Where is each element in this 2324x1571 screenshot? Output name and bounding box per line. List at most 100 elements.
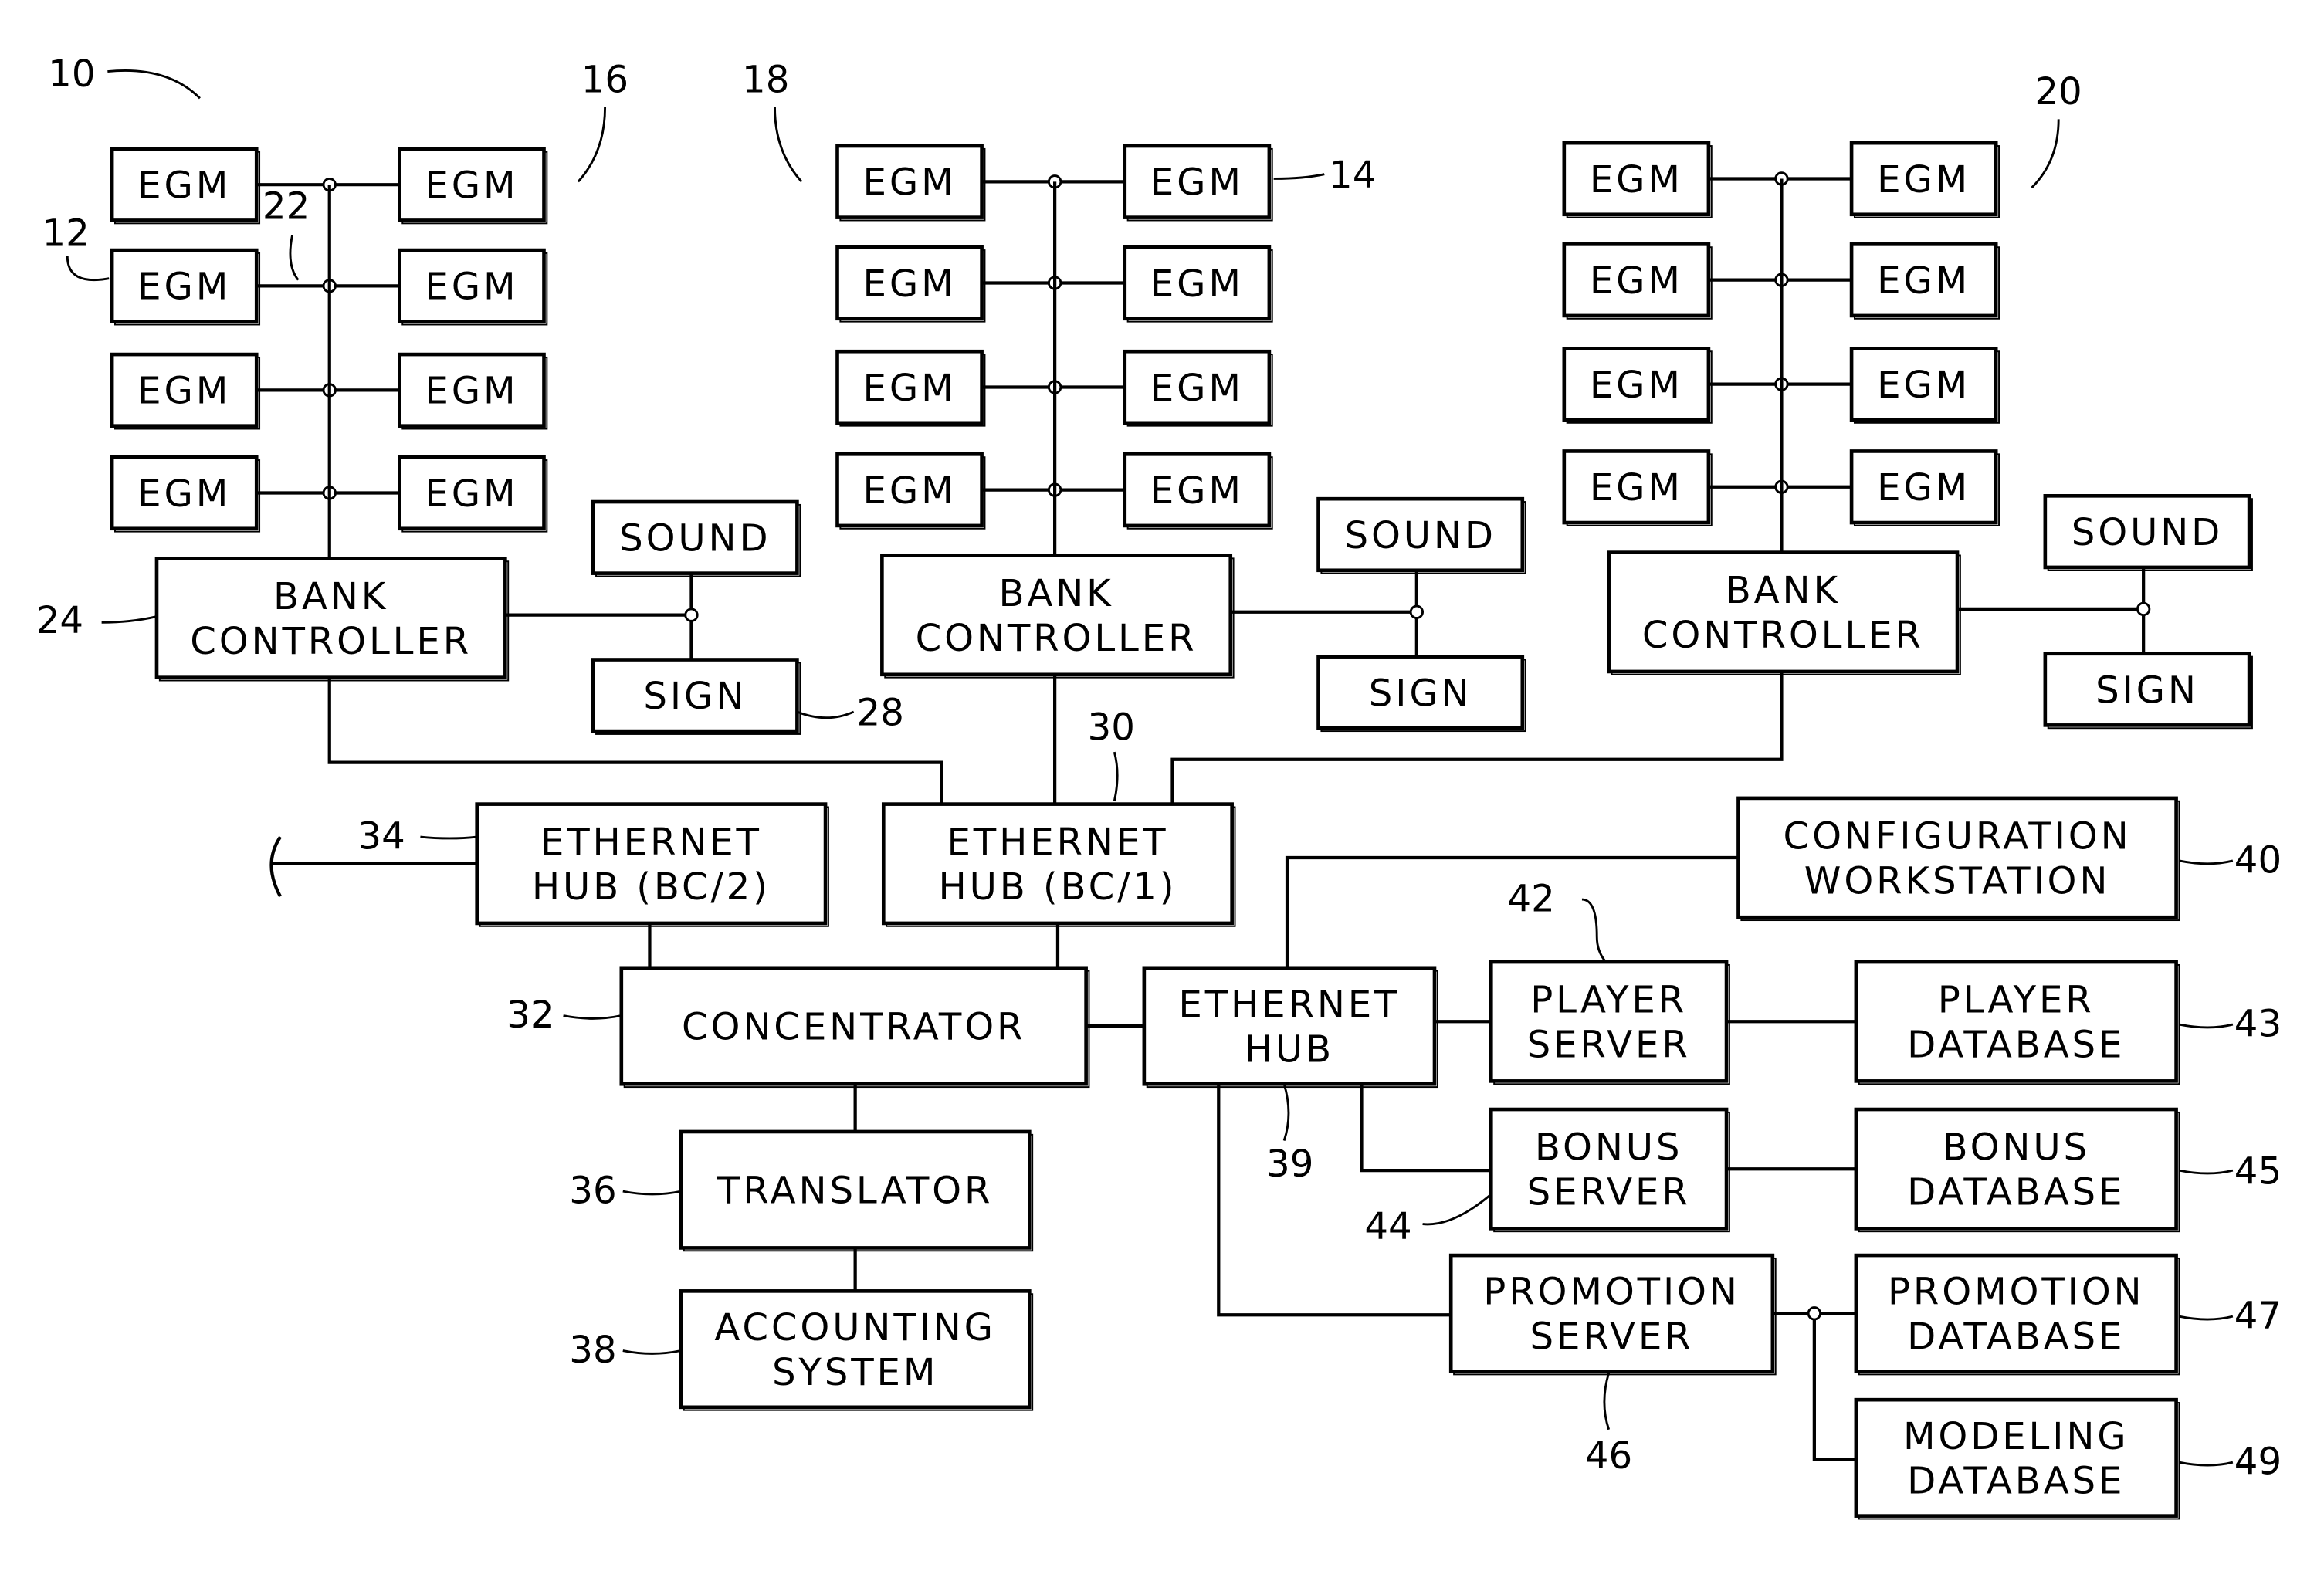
player-server: PLAYERSERVER xyxy=(1489,960,1730,1085)
egm-bank2-left-4-label: EGM xyxy=(863,469,957,513)
ref-22-leader xyxy=(289,235,300,281)
player-server-label: PLAYER xyxy=(1530,979,1687,1022)
sound-1-label: SOUND xyxy=(619,517,771,560)
sign-3: SIGN xyxy=(2043,652,2253,730)
egm-bank2-right-1: EGM xyxy=(1123,144,1273,222)
translator: TRANSLATOR xyxy=(679,1129,1034,1252)
ethernet-hub-bc2-label: ETHERNET xyxy=(540,821,762,864)
bonus-database-label: DATABASE xyxy=(1907,1170,2125,1214)
ref-32: 32 xyxy=(506,994,554,1037)
modeling-database: MODELINGDATABASE xyxy=(1854,1397,2180,1520)
egm-bank3-left-1-label: EGM xyxy=(1590,158,1683,201)
bonus-server: BONUSSERVER xyxy=(1489,1107,1730,1233)
configuration-workstation: CONFIGURATIONWORKSTATION xyxy=(1736,796,2180,922)
configuration-workstation-label: WORKSTATION xyxy=(1804,859,2110,902)
egm-bank3-right-3: EGM xyxy=(1849,347,2000,424)
ref-20: 20 xyxy=(2034,70,2082,113)
egm-bank3-right-4-label: EGM xyxy=(1877,466,1970,510)
ref-42-leader xyxy=(1581,898,1607,963)
ref-14-leader xyxy=(1273,173,1325,180)
ref-28: 28 xyxy=(857,691,904,734)
accounting-system: ACCOUNTINGSYSTEM xyxy=(679,1289,1034,1411)
ref-24-leader xyxy=(101,615,158,624)
ref-14: 14 xyxy=(1329,154,1376,197)
ref-16-leader xyxy=(577,107,607,183)
egm-bank2-left-3-label: EGM xyxy=(863,367,957,410)
egm-bank2-right-1-label: EGM xyxy=(1150,161,1244,205)
bank-controller-1: BANKCONTROLLER xyxy=(154,557,510,682)
egm-bank2-left-3: EGM xyxy=(835,349,986,427)
egm-bank1-right-1-label: EGM xyxy=(425,164,518,208)
ref-45-leader xyxy=(2179,1169,2234,1175)
ref-38-leader xyxy=(622,1349,682,1355)
egm-bank2-right-2: EGM xyxy=(1123,245,1273,323)
egm-bank2-left-1: EGM xyxy=(835,144,986,222)
egm-bank3-left-1: EGM xyxy=(1562,141,1713,218)
hub-to-promo-server xyxy=(1217,1084,1452,1317)
egm-bank1-right-3: EGM xyxy=(398,352,548,430)
bank-controller-3-label: CONTROLLER xyxy=(1642,614,1924,657)
ref-49: 49 xyxy=(2234,1441,2282,1484)
sound-3: SOUND xyxy=(2043,494,2253,571)
egm-bank2-right-3-label: EGM xyxy=(1150,367,1244,410)
ethernet-hub-label: HUB xyxy=(1245,1028,1334,1071)
ref-40: 40 xyxy=(2234,838,2282,882)
promotion-database-label: DATABASE xyxy=(1907,1315,2125,1359)
egm-bank2-left-4: EGM xyxy=(835,452,986,530)
ethernet-hub-bc1-label: ETHERNET xyxy=(947,821,1168,864)
egm-bank2-left-1-label: EGM xyxy=(863,161,957,205)
ref-43: 43 xyxy=(2234,1003,2282,1046)
player-database-label: DATABASE xyxy=(1907,1024,2125,1067)
ref-49-leader xyxy=(2179,1461,2234,1467)
bank-controller-1-label: CONTROLLER xyxy=(190,620,472,663)
egm-bank3-left-3: EGM xyxy=(1562,347,1713,424)
sign-1-label: SIGN xyxy=(643,675,747,718)
ref-39: 39 xyxy=(1266,1143,1313,1186)
bank-controller-3: BANKCONTROLLER xyxy=(1607,550,1961,675)
promotion-database-label: PROMOTION xyxy=(1888,1271,2145,1314)
egm-bank3-right-1-label: EGM xyxy=(1877,158,1970,201)
ref-43-leader xyxy=(2179,1023,2234,1029)
concentrator-label: CONCENTRATOR xyxy=(682,1005,1025,1048)
egm-bank1-right-4-label: EGM xyxy=(425,472,518,516)
ref-42: 42 xyxy=(1508,877,1555,920)
diagram-nodes: EGM EGMEGM EGMEGM EGMEGM EGMBANKCONTROLLERSO… xyxy=(110,141,2253,1520)
ref-44: 44 xyxy=(1364,1205,1411,1248)
ref-10: 10 xyxy=(48,52,95,96)
egm-bank3-left-3-label: EGM xyxy=(1590,364,1683,407)
modeling-database-label: MODELING xyxy=(1903,1415,2129,1458)
ref-36-leader xyxy=(622,1190,682,1196)
egm-bank1-left-1-label: EGM xyxy=(137,164,231,208)
egm-bank1-right-1: EGM xyxy=(398,147,548,225)
egm-bank1-left-3: EGM xyxy=(110,352,261,430)
ref-38: 38 xyxy=(569,1329,616,1372)
ethernet-hub-bc1-label: HUB (BC/1) xyxy=(938,865,1177,909)
ref-30: 30 xyxy=(1088,706,1135,750)
egm-bank3-right-3-label: EGM xyxy=(1877,364,1970,407)
egm-bank1-left-2: EGM xyxy=(110,248,261,326)
bonus-server-label: BONUS xyxy=(1535,1126,1682,1170)
hub-to-bonus-server xyxy=(1360,1084,1492,1173)
egm-bank3-right-2: EGM xyxy=(1849,242,2000,320)
ref-12-leader xyxy=(66,256,110,282)
sign-3-label: SIGN xyxy=(2095,669,2199,712)
egm-bank3-left-2-label: EGM xyxy=(1590,259,1683,303)
sound-2: SOUND xyxy=(1316,496,1526,574)
egm-bank2-right-4: EGM xyxy=(1123,452,1273,530)
ref-28-leader xyxy=(796,710,855,719)
bank-controller-1-label: BANK xyxy=(273,575,388,618)
egm-bank3-left-2: EGM xyxy=(1562,242,1713,320)
bank-controller-3-label: BANK xyxy=(1726,569,1841,612)
egm-bank1-left-3-label: EGM xyxy=(137,370,231,413)
ethernet-hub-bc2: ETHERNETHUB (BC/2) xyxy=(475,802,829,927)
egm-bank1-left-2-label: EGM xyxy=(137,266,231,309)
sign-2-label: SIGN xyxy=(1369,672,1472,715)
egm-bank2-left-2-label: EGM xyxy=(863,262,957,306)
ref-46-leader xyxy=(1603,1373,1611,1430)
ref-18-leader xyxy=(774,107,803,183)
junction-node xyxy=(684,608,699,622)
egm-bank3-right-2-label: EGM xyxy=(1877,259,1970,303)
egm-bank2-left-2: EGM xyxy=(835,245,986,323)
egm-bank1-left-4-label: EGM xyxy=(137,472,231,516)
player-database: PLAYERDATABASE xyxy=(1854,960,2180,1085)
